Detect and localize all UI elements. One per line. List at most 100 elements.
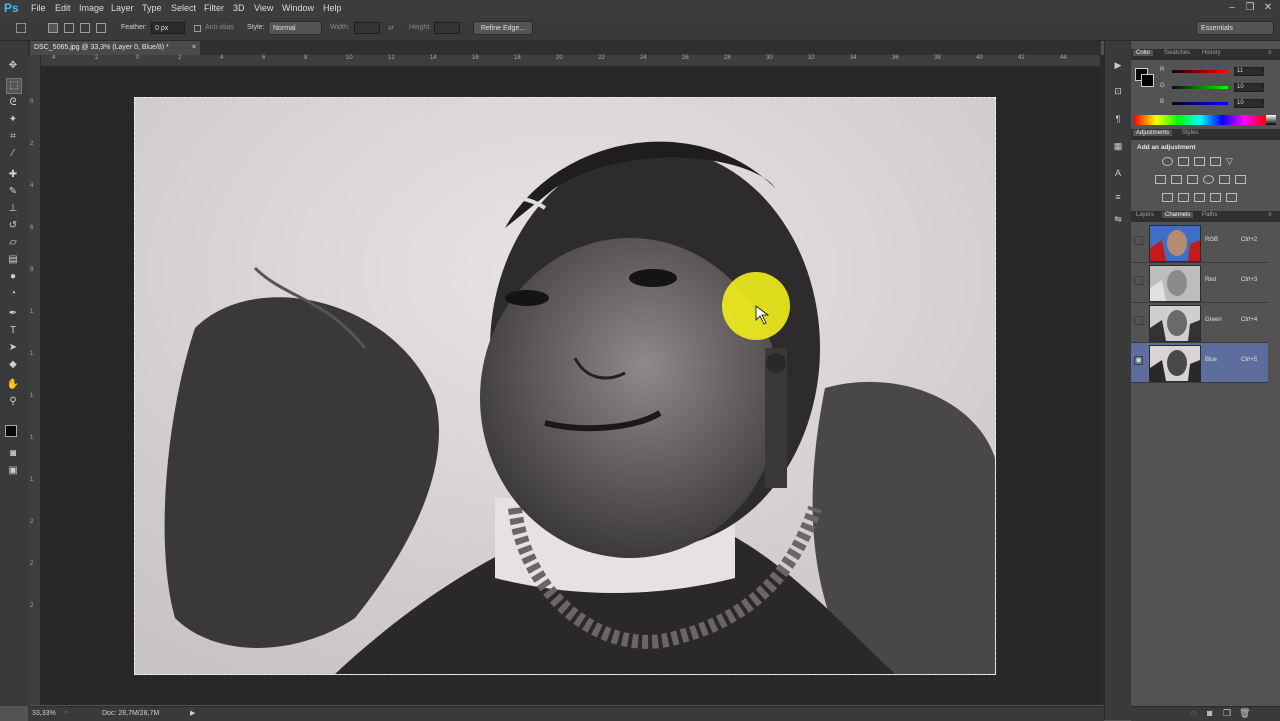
foreground-color-swatch[interactable] xyxy=(5,425,17,437)
gradient-map-icon[interactable] xyxy=(1210,193,1221,202)
play-icon[interactable]: ▶ xyxy=(1112,59,1124,71)
photo-filter-icon[interactable] xyxy=(1203,175,1214,184)
refine-edge-button[interactable]: Refine Edge... xyxy=(473,21,533,35)
save-selection-icon[interactable]: ◙ xyxy=(1207,708,1212,718)
new-selection-icon[interactable] xyxy=(48,23,58,33)
tab-history[interactable]: History xyxy=(1202,50,1221,56)
load-selection-icon[interactable]: ◌ xyxy=(1191,708,1196,718)
lasso-tool-icon[interactable]: ᘓ xyxy=(6,96,20,110)
quick-mask-icon[interactable]: ◙ xyxy=(6,447,20,461)
brush-tool-icon[interactable]: ✎ xyxy=(6,185,20,199)
healing-brush-tool-icon[interactable]: ✚ xyxy=(6,168,20,182)
color-value-b[interactable]: 10 xyxy=(1234,99,1264,108)
document-tab[interactable]: DSC_5065.jpg @ 33,3% (Layer 0, Blue/8) *… xyxy=(30,41,200,55)
width-input[interactable] xyxy=(354,22,380,34)
menu-help[interactable]: Help xyxy=(323,3,342,13)
status-arrow-icon[interactable]: ▶ xyxy=(190,709,195,717)
menu-window[interactable]: Window xyxy=(282,3,314,13)
clone-source-icon[interactable]: ⇋ xyxy=(1112,213,1124,225)
eyedropper-tool-icon[interactable]: ⁄ xyxy=(6,147,20,161)
zoom-tool-icon[interactable]: ⚲ xyxy=(6,395,20,409)
green-slider[interactable] xyxy=(1172,86,1228,89)
style-select[interactable]: Normal xyxy=(268,21,322,35)
color-ramp-bw[interactable] xyxy=(1266,115,1276,125)
red-slider[interactable] xyxy=(1172,70,1228,73)
path-selection-tool-icon[interactable]: ➤ xyxy=(6,341,20,355)
menu-filter[interactable]: Filter xyxy=(204,3,224,13)
move-tool-icon[interactable]: ✥ xyxy=(6,59,20,73)
invert-icon[interactable] xyxy=(1162,193,1173,202)
color-balance-icon[interactable] xyxy=(1171,175,1182,184)
menu-edit[interactable]: Edit xyxy=(55,3,71,13)
new-channel-icon[interactable]: ❐ xyxy=(1223,708,1231,719)
marquee-tool-icon[interactable]: ⬚ xyxy=(6,78,22,94)
info-panel-icon[interactable]: ⊡ xyxy=(1112,85,1124,97)
document-image[interactable] xyxy=(134,97,996,675)
gradient-tool-icon[interactable]: ▤ xyxy=(6,253,20,267)
dodge-tool-icon[interactable]: ◔ xyxy=(6,287,20,301)
panel-menu-icon[interactable]: ≡ xyxy=(1268,212,1272,218)
color-value-g[interactable]: 10 xyxy=(1234,83,1264,92)
height-input[interactable] xyxy=(434,22,460,34)
restore-button[interactable]: ❐ xyxy=(1243,2,1257,14)
levels-icon[interactable] xyxy=(1178,157,1189,166)
color-ramp[interactable] xyxy=(1134,115,1266,125)
channel-mixer-icon[interactable] xyxy=(1219,175,1230,184)
channel-row-red[interactable]: Red Ctrl+3 xyxy=(1131,263,1268,303)
tab-paths[interactable]: Paths xyxy=(1202,212,1217,218)
paragraph-icon[interactable]: ¶ xyxy=(1112,113,1124,125)
blur-tool-icon[interactable]: ● xyxy=(6,270,20,284)
eraser-tool-icon[interactable]: ▱ xyxy=(6,236,20,250)
panel-menu-icon[interactable]: ≡ xyxy=(1268,50,1272,56)
tab-channels[interactable]: Channels xyxy=(1162,212,1194,218)
workspace-select[interactable]: Essentials xyxy=(1196,21,1274,35)
tab-adjustments[interactable]: Adjustments xyxy=(1133,130,1173,136)
visibility-toggle[interactable] xyxy=(1134,236,1143,245)
tab-styles[interactable]: Styles xyxy=(1182,130,1198,136)
channel-row-blue[interactable]: ◉ Blue Ctrl+5 xyxy=(1131,343,1268,383)
exposure-icon[interactable] xyxy=(1210,157,1221,166)
close-tab-icon[interactable]: × xyxy=(192,41,196,55)
swap-icon[interactable]: ⇄ xyxy=(388,24,394,32)
magic-wand-tool-icon[interactable]: ✦ xyxy=(6,113,20,127)
antialias-checkbox[interactable] xyxy=(194,25,201,32)
menu-image[interactable]: Image xyxy=(79,3,104,13)
add-to-selection-icon[interactable] xyxy=(64,23,74,33)
intersect-selection-icon[interactable] xyxy=(96,23,106,33)
color-value-r[interactable]: 11 xyxy=(1234,67,1264,76)
menu-layer[interactable]: Layer xyxy=(111,3,134,13)
clone-stamp-tool-icon[interactable]: ⊥ xyxy=(6,202,20,216)
posterize-icon[interactable] xyxy=(1178,193,1189,202)
threshold-icon[interactable] xyxy=(1194,193,1205,202)
channel-row-green[interactable]: Green Ctrl+4 xyxy=(1131,303,1268,343)
visibility-toggle[interactable] xyxy=(1134,276,1143,285)
color-background-swatch[interactable] xyxy=(1141,74,1154,87)
hand-tool-icon[interactable]: ✋ xyxy=(6,378,20,392)
brush-presets-icon[interactable]: ▦ xyxy=(1112,140,1124,152)
menu-3d[interactable]: 3D xyxy=(233,3,245,13)
color-lookup-icon[interactable] xyxy=(1235,175,1246,184)
close-window-button[interactable]: ✕ xyxy=(1261,2,1275,14)
properties-icon[interactable]: ≡ xyxy=(1112,191,1124,203)
menu-view[interactable]: View xyxy=(254,3,273,13)
tab-color[interactable]: Color xyxy=(1133,50,1154,56)
subtract-from-selection-icon[interactable] xyxy=(80,23,90,33)
status-menu-icon[interactable]: ▫ xyxy=(65,709,67,716)
feather-input[interactable]: 0 px xyxy=(151,22,185,34)
black-white-icon[interactable] xyxy=(1187,175,1198,184)
marquee-tool-preset-icon[interactable] xyxy=(16,23,26,33)
brightness-contrast-icon[interactable] xyxy=(1162,157,1173,166)
eye-icon[interactable]: ◉ xyxy=(1134,356,1143,365)
blue-slider[interactable] xyxy=(1172,102,1228,105)
shape-tool-icon[interactable]: ◆ xyxy=(6,358,20,372)
pen-tool-icon[interactable]: ✒ xyxy=(6,307,20,321)
zoom-level[interactable]: 33,33% xyxy=(32,710,56,717)
visibility-toggle[interactable] xyxy=(1134,316,1143,325)
type-tool-icon[interactable]: T xyxy=(6,324,20,338)
tab-layers[interactable]: Layers xyxy=(1136,212,1154,218)
history-brush-tool-icon[interactable]: ↺ xyxy=(6,219,20,233)
curves-icon[interactable] xyxy=(1194,157,1205,166)
delete-channel-icon[interactable]: 🗑 xyxy=(1239,708,1250,719)
crop-tool-icon[interactable]: ⌗ xyxy=(6,130,20,144)
menu-select[interactable]: Select xyxy=(171,3,196,13)
